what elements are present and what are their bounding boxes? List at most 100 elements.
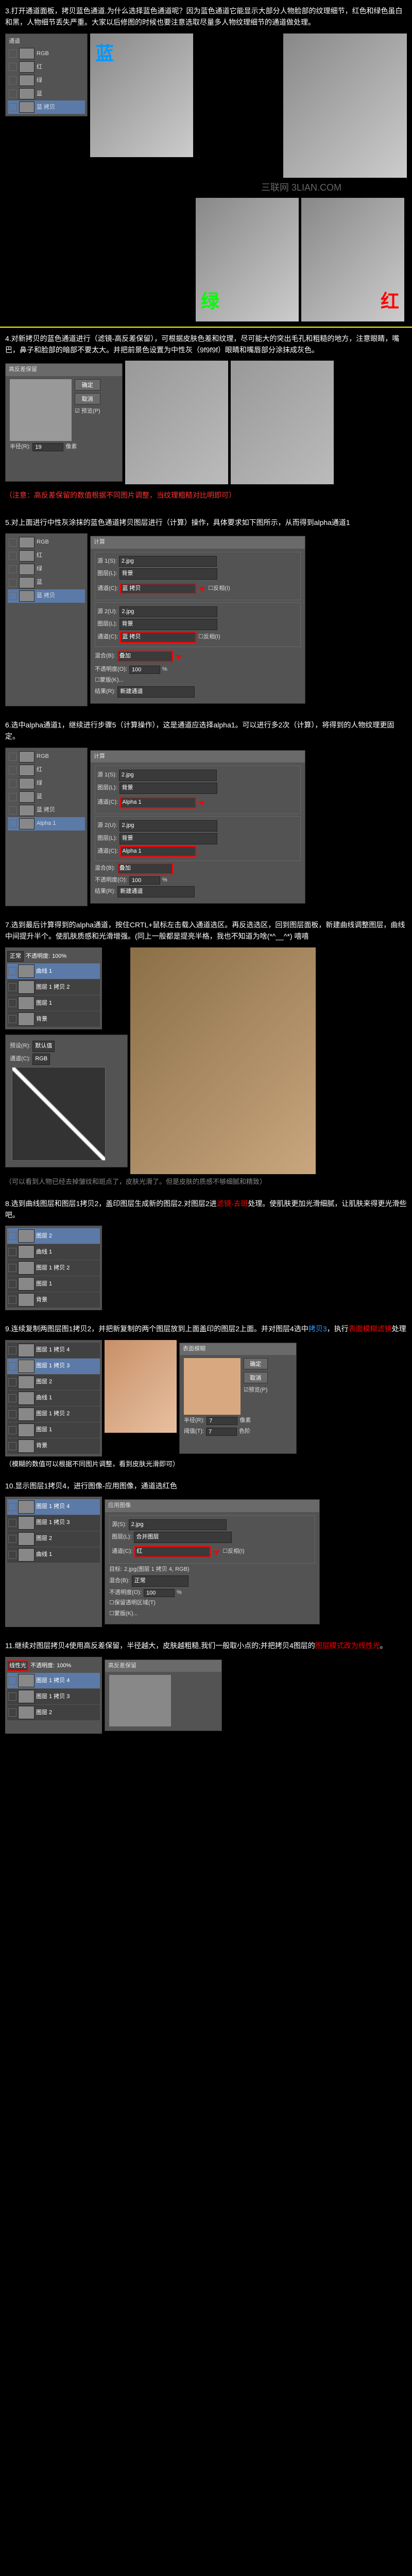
layer-select[interactable]: 背景 (119, 568, 217, 580)
channel-red[interactable]: 红 (8, 549, 85, 563)
source2-select[interactable]: 2.jpg (119, 606, 217, 618)
layer-copy2[interactable]: 图层 1 拷贝 2 (7, 1406, 100, 1422)
layer-copy3[interactable]: 图层 1 拷贝 3 (7, 1359, 100, 1374)
layer-copy4[interactable]: 图层 1 拷贝 4 (7, 1673, 100, 1688)
layer-curves[interactable]: 曲线 1 (7, 1391, 100, 1406)
layer-copy3[interactable]: 图层 1 拷贝 3 (7, 1689, 100, 1704)
source1-select[interactable]: 2.jpg (119, 770, 217, 781)
blend-select[interactable]: 叠加 (117, 651, 173, 662)
layer-2[interactable]: 图层 2 (7, 1705, 100, 1720)
layer2-select[interactable]: 背景 (119, 833, 217, 844)
channel-blue[interactable]: 蓝 (8, 87, 85, 100)
opacity-input[interactable] (129, 876, 160, 885)
layer-curves[interactable]: 曲线 1 (7, 1244, 100, 1260)
invert-check[interactable]: ☐反相(I) (208, 584, 230, 594)
label-green: 绿 (198, 284, 222, 319)
channel-label: 绿 (37, 76, 42, 86)
merged-select[interactable]: 合并图层 (134, 1532, 232, 1543)
invert-check[interactable]: ☐反相(I) (222, 1547, 244, 1556)
panel-tab[interactable]: 通道 (8, 36, 85, 47)
layer-1[interactable]: 图层 1 (7, 1276, 100, 1292)
step-9: 9.连续复制两图层图1拷贝2，并把新复制的两个图层放到上面盖印的图层2上面。并对… (0, 1318, 412, 1475)
curves-dialog: 预设(R):默认值 通道(C):RGB (5, 1035, 128, 1167)
mask-check[interactable]: ☐蒙版(K)... (109, 1609, 138, 1619)
visibility-icon[interactable] (9, 103, 17, 111)
arrow-icon: ➤ (210, 1544, 224, 1560)
layer-bg[interactable]: 背景 (7, 1292, 100, 1308)
layer-copy2[interactable]: 图层 1 拷贝 2 (7, 1260, 100, 1276)
invert2-check[interactable]: ☐反相(I) (198, 633, 220, 642)
visibility-icon[interactable] (9, 63, 17, 71)
channel-rgb[interactable]: RGB (8, 750, 85, 764)
dialog-title: 高反差保留 (105, 1660, 221, 1672)
cancel-button[interactable]: 取消 (75, 393, 100, 404)
channel-blue-copy[interactable]: 蓝 拷贝 (8, 100, 85, 114)
visibility-icon[interactable] (9, 90, 17, 98)
source1-select[interactable]: 2.jpg (119, 556, 217, 567)
mask-check[interactable]: ☐蒙版(K)... (95, 676, 124, 685)
channel-blue-copy[interactable]: 蓝 拷贝 (8, 804, 85, 817)
layer-copy3[interactable]: 图层 1 拷贝 3 (7, 1515, 100, 1531)
result-select[interactable]: 新建通道 (117, 886, 195, 897)
channel-blue[interactable]: 蓝 (8, 576, 85, 589)
threshold-input[interactable] (206, 1428, 237, 1436)
ok-button[interactable]: 确定 (244, 1358, 268, 1369)
channel-rgb[interactable]: RGB (8, 536, 85, 549)
channel-select[interactable]: 蓝 拷贝 (120, 583, 196, 595)
source2-select[interactable]: 2.jpg (119, 820, 217, 832)
channel-blue[interactable]: 蓝 (8, 790, 85, 804)
channel-red[interactable]: 红 (8, 764, 85, 777)
channel2-select[interactable]: 蓝 拷贝 (120, 632, 196, 643)
radius-input[interactable] (207, 1417, 237, 1425)
blend-select[interactable]: 叠加 (117, 863, 173, 874)
opacity-input[interactable] (144, 1589, 175, 1597)
source1-label: 源 1(S): (97, 557, 117, 566)
linear-light-select[interactable]: 线性光 (7, 1660, 28, 1672)
step-6-text: 6.选中alpha通道1，继续进行步骤5（计算操作），这是通道应选择alpha1… (5, 719, 407, 742)
layer-copy4[interactable]: 图层 1 拷贝 4 (7, 1343, 100, 1358)
channel-rgb[interactable]: RGB (8, 47, 85, 60)
layer-curves[interactable]: 曲线 1 (7, 963, 100, 979)
layer-1[interactable]: 图层 1 (7, 1422, 100, 1438)
preserve-check[interactable]: ☐保留透明区域(T) (109, 1599, 156, 1608)
channel-red[interactable]: 红 (8, 60, 85, 74)
visibility-icon[interactable] (9, 49, 17, 58)
channel2-alpha-select[interactable]: Alpha 1 (120, 846, 196, 857)
layer-bg[interactable]: 背景 (7, 1438, 100, 1454)
preview-checkbox[interactable]: ☑ 预览(P) (75, 407, 100, 416)
preview-check[interactable]: ☑预览(P) (244, 1386, 268, 1395)
channel-green[interactable]: 绿 (8, 74, 85, 87)
layer-copy4[interactable]: 图层 1 拷贝 4 (7, 1499, 100, 1515)
portrait-highpass-1 (125, 361, 228, 484)
channel-green[interactable]: 绿 (8, 563, 85, 576)
cancel-button[interactable]: 取消 (244, 1372, 268, 1383)
step-11-text: 11.继续对图层拷贝4使用高反差保留，半径越大，皮肤越粗糙,我们一般取小点的;并… (5, 1640, 407, 1651)
layer-2[interactable]: 图层 2 (7, 1531, 100, 1547)
blend-mode[interactable]: 正常 (7, 951, 24, 962)
ok-button[interactable]: 确定 (75, 379, 100, 391)
layer-curves[interactable]: 曲线 1 (7, 1547, 100, 1563)
layer-select[interactable]: 背景 (119, 783, 217, 794)
channel-alpha-select[interactable]: Alpha 1 (120, 797, 196, 808)
result-select[interactable]: 新建通道 (117, 686, 195, 698)
visibility-icon[interactable] (9, 76, 17, 84)
layer-2[interactable]: 图层 2 (7, 1228, 100, 1244)
layer2-select[interactable]: 背景 (119, 619, 217, 630)
channel-blue-copy[interactable]: 蓝 拷贝 (8, 589, 85, 603)
layer-panel-s8: 图层 2 曲线 1 图层 1 拷贝 2 图层 1 背景 (5, 1226, 102, 1310)
rgb-select[interactable]: RGB (32, 1054, 50, 1065)
curves-graph[interactable] (12, 1067, 106, 1161)
blend-select[interactable]: 正常 (132, 1575, 188, 1587)
channel-green[interactable]: 绿 (8, 777, 85, 790)
preset-select[interactable]: 默认值 (32, 1041, 55, 1052)
channel-list: 通道 RGB 红 绿 蓝 蓝 拷贝 (5, 33, 88, 117)
layer-copy2[interactable]: 图层 1 拷贝 2 (7, 979, 100, 995)
channel-alpha1[interactable]: Alpha 1 (8, 817, 85, 831)
opacity-input[interactable] (129, 666, 160, 674)
source-select[interactable]: 2.jpg (129, 1519, 227, 1531)
red-channel-select[interactable]: 红 (134, 1546, 211, 1557)
radius-input[interactable] (32, 443, 63, 451)
layer-2[interactable]: 图层 2 (7, 1375, 100, 1390)
layer-1[interactable]: 图层 1 (7, 995, 100, 1011)
layer-bg[interactable]: 背景 (7, 1011, 100, 1027)
